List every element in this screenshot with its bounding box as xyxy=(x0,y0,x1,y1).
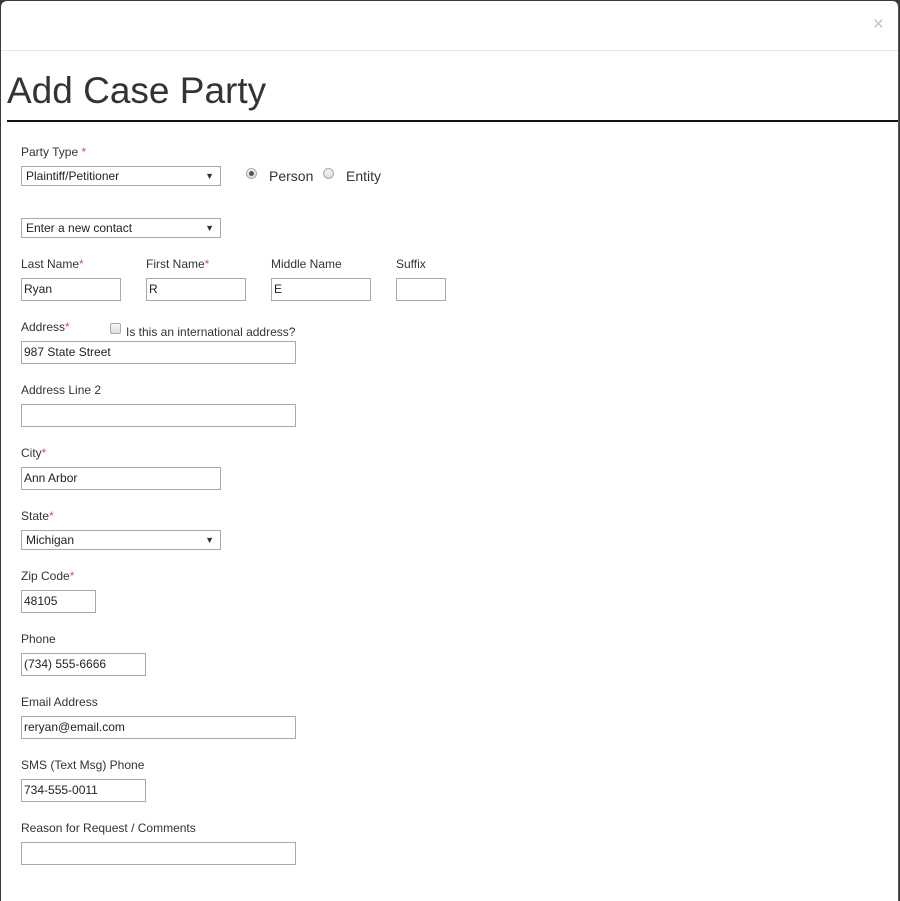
state-label-text: State xyxy=(21,509,50,523)
city-input[interactable]: Ann Arbor xyxy=(21,467,221,490)
last-name-input[interactable]: Ryan xyxy=(21,278,121,301)
email-input[interactable]: reryan@email.com xyxy=(21,716,296,739)
address-line2-label: Address Line 2 xyxy=(21,383,102,397)
phone-label: Phone xyxy=(21,632,56,646)
address-label-text: Address xyxy=(21,320,66,334)
modal-header: × xyxy=(1,1,898,51)
party-type-value: Plaintiff/Petitioner xyxy=(26,169,120,183)
chevron-down-icon: ▼ xyxy=(205,223,214,233)
last-name-label-text: Last Name xyxy=(21,257,80,271)
required-mark: * xyxy=(79,257,84,271)
party-type-select[interactable]: Plaintiff/Petitioner ▼ xyxy=(21,166,221,186)
address-label: Address* xyxy=(21,320,70,334)
chevron-down-icon: ▼ xyxy=(205,171,214,181)
state-select[interactable]: Michigan ▼ xyxy=(21,530,221,550)
zip-code-label: Zip Code* xyxy=(21,569,74,583)
sms-phone-label: SMS (Text Msg) Phone xyxy=(21,758,145,772)
zip-code-input[interactable]: 48105 xyxy=(21,590,96,613)
state-select-value: Michigan xyxy=(26,533,75,547)
city-label: City* xyxy=(21,446,46,460)
suffix-label: Suffix xyxy=(396,257,426,271)
contact-select-value: Enter a new contact xyxy=(26,221,133,235)
sms-phone-input[interactable]: 734-555-0011 xyxy=(21,779,146,802)
address-input[interactable]: 987 State Street xyxy=(21,341,296,364)
first-name-input[interactable]: R xyxy=(146,278,246,301)
comments-label: Reason for Request / Comments xyxy=(21,821,196,835)
state-label: State* xyxy=(21,509,54,523)
add-case-party-modal: × Add Case Party Party Type * Plaintiff/… xyxy=(1,1,899,901)
middle-name-input[interactable]: E xyxy=(271,278,371,301)
last-name-label: Last Name* xyxy=(21,257,84,271)
required-mark: * xyxy=(65,320,70,334)
entity-radio[interactable] xyxy=(323,168,334,179)
contact-select[interactable]: Enter a new contact ▼ xyxy=(21,218,221,238)
required-mark: * xyxy=(81,145,87,159)
party-type-label: Party Type * xyxy=(21,145,86,159)
person-radio[interactable] xyxy=(246,168,257,179)
required-mark: * xyxy=(49,509,54,523)
city-label-text: City xyxy=(21,446,42,460)
phone-input[interactable]: (734) 555-6666 xyxy=(21,653,146,676)
email-label: Email Address xyxy=(21,695,98,709)
required-mark: * xyxy=(69,569,75,583)
address-line2-input[interactable] xyxy=(21,404,296,427)
international-address-label[interactable]: Is this an international address? xyxy=(126,325,295,339)
required-mark: * xyxy=(204,257,210,271)
required-mark: * xyxy=(41,446,47,460)
close-icon[interactable]: × xyxy=(873,15,884,35)
page-title: Add Case Party xyxy=(7,70,267,111)
first-name-label: First Name* xyxy=(146,257,209,271)
suffix-input[interactable] xyxy=(396,278,446,301)
party-type-label-text: Party Type xyxy=(21,145,79,159)
person-radio-label[interactable]: Person xyxy=(269,168,313,184)
title-divider xyxy=(7,120,898,122)
international-address-checkbox[interactable] xyxy=(110,323,121,334)
entity-radio-label[interactable]: Entity xyxy=(346,168,381,184)
comments-input[interactable] xyxy=(21,842,296,865)
zip-code-label-text: Zip Code xyxy=(21,569,70,583)
first-name-label-text: First Name xyxy=(146,257,205,271)
chevron-down-icon: ▼ xyxy=(205,535,214,545)
middle-name-label: Middle Name xyxy=(271,257,342,271)
